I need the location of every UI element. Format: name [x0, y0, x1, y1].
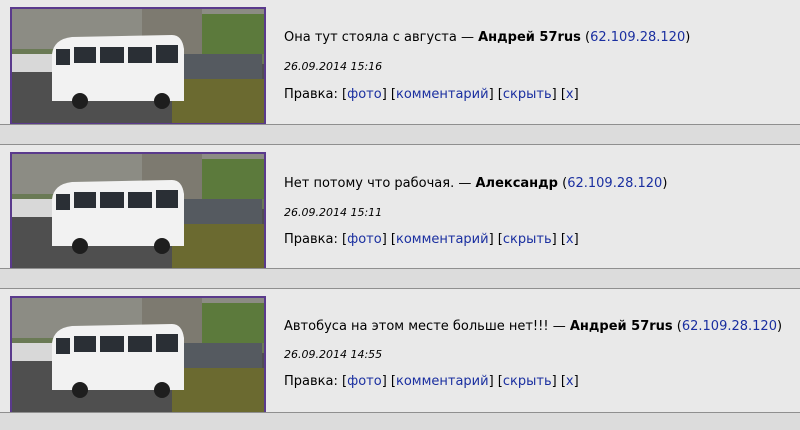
comment-link[interactable]: комментарий	[396, 232, 489, 247]
divider	[0, 125, 800, 144]
photo-link[interactable]: фото	[347, 87, 382, 102]
comment-text: Автобуса на этом месте больше нет!!!	[284, 319, 549, 334]
photo-thumbnail[interactable]	[10, 296, 266, 414]
ip-link[interactable]: 62.109.28.120	[567, 176, 662, 191]
comment-item: Она тут стояла с августа — Андрей 57rus …	[0, 0, 800, 125]
comment-date: 26.09.2014 14:55	[284, 348, 383, 361]
divider	[0, 413, 800, 430]
comment-text: Она тут стояла с августа	[284, 30, 457, 45]
photo-thumbnail[interactable]	[10, 152, 266, 270]
comment-link[interactable]: комментарий	[396, 374, 489, 389]
comment-actions: Правка: [фото] [комментарий] [скрыть] [x…	[284, 232, 579, 247]
comment-date: 26.09.2014 15:11	[284, 206, 383, 219]
hide-link[interactable]: скрыть	[503, 87, 552, 102]
hide-link[interactable]: скрыть	[503, 232, 552, 247]
comment-text: Нет потому что рабочая.	[284, 176, 455, 191]
divider	[0, 269, 800, 288]
delete-link[interactable]: x	[566, 232, 574, 247]
comment-author: Андрей 57rus	[569, 319, 673, 334]
comment-author: Андрей 57rus	[478, 30, 581, 45]
actions-label: Правка:	[284, 374, 338, 389]
photo-link[interactable]: фото	[347, 374, 382, 389]
dash: —	[548, 319, 570, 334]
comment-text-line: Нет потому что рабочая. — Александр (62.…	[284, 176, 668, 191]
photo-link[interactable]: фото	[347, 232, 382, 247]
comment-link[interactable]: комментарий	[396, 87, 489, 102]
photo-thumbnail[interactable]	[10, 7, 266, 125]
dash: —	[454, 176, 476, 191]
comment-author: Александр	[475, 176, 558, 191]
comment-actions: Правка: [фото] [комментарий] [скрыть] [x…	[284, 87, 579, 102]
hide-link[interactable]: скрыть	[503, 374, 552, 389]
comment-item: Автобуса на этом месте больше нет!!! — А…	[0, 289, 800, 414]
comment-text-line: Автобуса на этом месте больше нет!!! — А…	[284, 319, 783, 334]
ip-link[interactable]: 62.109.28.120	[590, 30, 685, 45]
delete-link[interactable]: x	[566, 87, 574, 102]
actions-label: Правка:	[284, 232, 338, 247]
delete-link[interactable]: x	[566, 374, 574, 389]
comment-actions: Правка: [фото] [комментарий] [скрыть] [x…	[284, 374, 579, 389]
ip-link[interactable]: 62.109.28.120	[682, 319, 777, 334]
comment-item: Нет потому что рабочая. — Александр (62.…	[0, 145, 800, 270]
comment-date: 26.09.2014 15:16	[284, 60, 383, 73]
actions-label: Правка:	[284, 87, 338, 102]
comment-text-line: Она тут стояла с августа — Андрей 57rus …	[284, 30, 691, 45]
dash: —	[456, 30, 479, 45]
